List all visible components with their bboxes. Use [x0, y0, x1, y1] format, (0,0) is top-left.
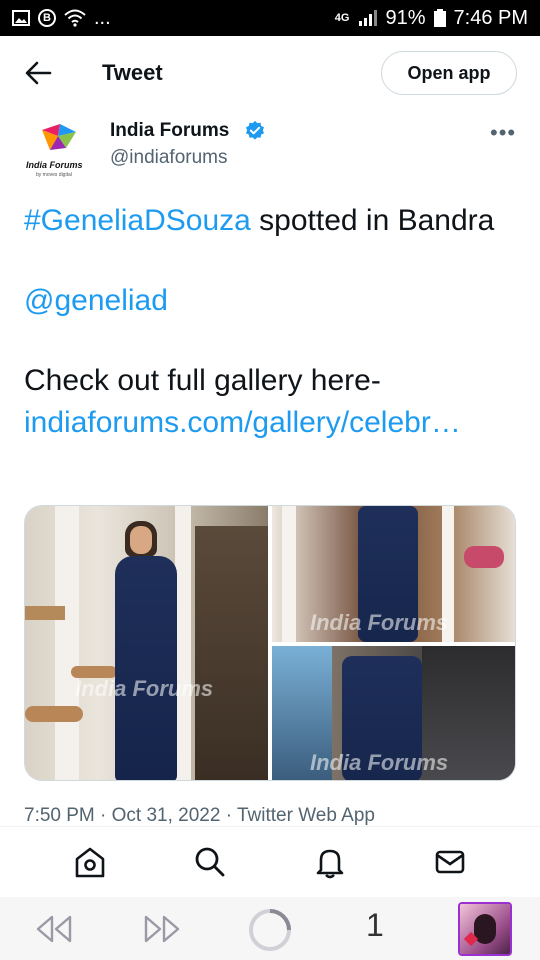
network-type: 4G	[334, 11, 350, 24]
status-bar: B ... 4G 91% 7:46 PM	[0, 0, 540, 36]
tweet-line-3: Check out full gallery here-	[24, 364, 381, 397]
photo-2-flowers	[464, 546, 504, 568]
home-icon[interactable]	[72, 844, 108, 880]
author-name[interactable]: India Forums	[110, 120, 229, 142]
photo-3-watermark: India Forums	[310, 750, 449, 775]
browser-bar: 1	[0, 897, 540, 960]
photo-1-door-frame-right	[175, 506, 191, 780]
hashtag-link[interactable]: #GeneliaDSouza	[24, 204, 251, 237]
photo-1-face	[130, 526, 152, 554]
back-arrow-icon[interactable]	[24, 58, 52, 88]
notifications-icon[interactable]	[312, 844, 348, 880]
tweet-timestamp[interactable]: 7:50 PM · Oct 31, 2022 · Twitter Web App	[24, 805, 375, 827]
author-avatar[interactable]: India Forums by moves digital	[24, 122, 96, 178]
profile-avatar[interactable]	[458, 902, 512, 956]
tab-count[interactable]: 1	[366, 907, 384, 944]
media-grid: India Forums India Forums India Forums	[24, 505, 516, 781]
more-options-icon[interactable]: •••	[490, 120, 516, 146]
open-app-button[interactable]: Open app	[381, 51, 517, 95]
status-overflow: ...	[94, 6, 111, 29]
tweet-line-1-text: spotted in Bandra	[250, 204, 495, 237]
photo-1-door-frame	[55, 506, 79, 780]
india-forums-logo-icon	[42, 124, 76, 150]
status-bar-left: B ...	[12, 7, 111, 30]
gallery-notification-icon	[12, 10, 30, 26]
tweet-author: India Forums by moves digital India Foru…	[0, 112, 540, 192]
verified-badge-icon	[246, 120, 264, 140]
photo-2-watermark: India Forums	[310, 610, 449, 635]
photo-1[interactable]: India Forums	[25, 506, 268, 780]
author-handle[interactable]: @indiaforums	[110, 147, 228, 169]
photo-2-frame	[282, 506, 296, 642]
logo-subtext: by moves digital	[36, 172, 72, 178]
page-title: Tweet	[102, 60, 163, 85]
mention-link[interactable]: @geneliad	[24, 280, 524, 322]
gallery-url-link[interactable]: indiaforums.com/gallery/celebr…	[24, 402, 524, 444]
wifi-icon	[64, 9, 86, 27]
clock: 7:46 PM	[453, 6, 528, 29]
signal-icon	[359, 10, 378, 26]
tweet-header: Tweet Open app	[0, 36, 540, 112]
b-notification-icon: B	[38, 9, 56, 27]
battery-percent: 91%	[385, 6, 426, 29]
rewind-icon[interactable]	[34, 913, 74, 945]
photo-1-outfit	[115, 556, 177, 780]
photo-1-stool	[25, 706, 83, 722]
photo-1-background	[195, 526, 268, 780]
loading-spinner-icon	[249, 909, 291, 951]
status-bar-right: 4G 91% 7:46 PM	[335, 7, 528, 30]
logo-text: India Forums	[26, 160, 83, 170]
messages-icon[interactable]	[432, 844, 468, 880]
photo-1-shelf	[25, 606, 65, 620]
photo-2[interactable]: India Forums	[272, 506, 515, 642]
photo-3[interactable]: India Forums	[272, 646, 515, 780]
photo-1-watermark: India Forums	[75, 676, 214, 701]
tweet-text: #GeneliaDSouza spotted in Bandra @geneli…	[24, 200, 524, 444]
search-icon[interactable]	[192, 844, 228, 880]
tweet-line-1: #GeneliaDSouza spotted in Bandra	[24, 200, 524, 242]
fast-forward-icon[interactable]	[142, 913, 182, 945]
battery-icon	[433, 9, 446, 27]
bottom-nav	[0, 827, 540, 897]
